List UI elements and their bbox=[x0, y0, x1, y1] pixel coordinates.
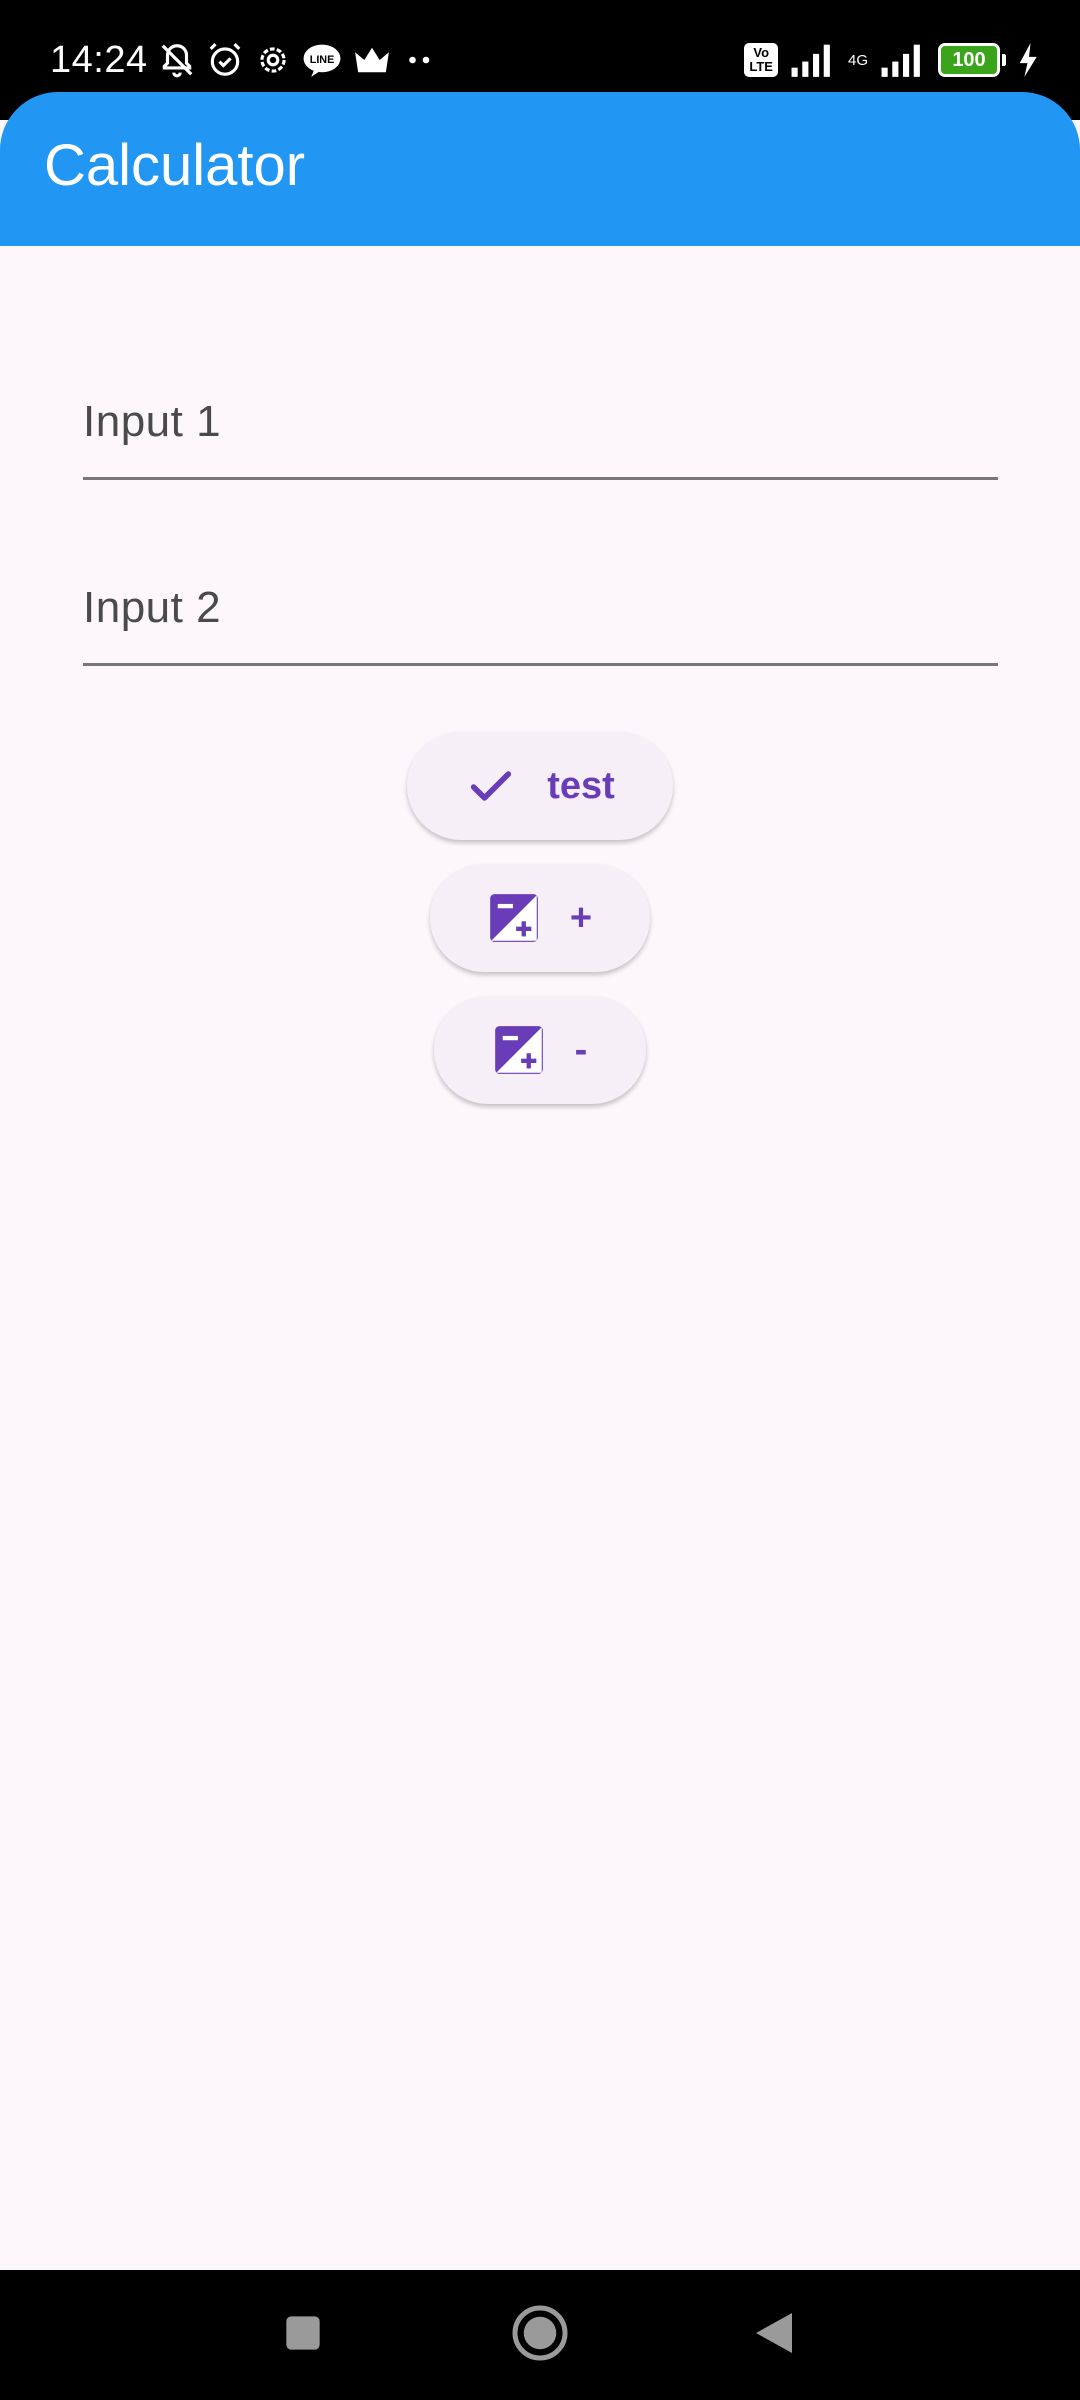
signal-strength-icon bbox=[790, 43, 836, 77]
settings-gear-icon bbox=[254, 41, 292, 79]
svg-text:LINE: LINE bbox=[309, 54, 334, 66]
subtract-button-label: - bbox=[574, 1028, 588, 1071]
check-icon bbox=[465, 760, 517, 812]
volte-badge: Vo LTE bbox=[744, 43, 778, 77]
charging-bolt-icon bbox=[1018, 43, 1040, 77]
line-app-icon: LINE bbox=[302, 41, 342, 79]
test-button-label: test bbox=[547, 764, 615, 807]
network-label: 4G bbox=[847, 51, 868, 69]
back-icon bbox=[752, 2309, 796, 2362]
test-button[interactable]: test bbox=[407, 732, 673, 840]
bell-off-icon bbox=[158, 41, 196, 79]
recents-button[interactable] bbox=[243, 2270, 363, 2400]
network-type: 4G bbox=[848, 52, 868, 69]
app-bar: Calculator bbox=[0, 92, 1080, 246]
back-button[interactable] bbox=[714, 2270, 834, 2400]
volte-line1: Vo bbox=[753, 45, 770, 60]
status-time: 14:24 bbox=[50, 38, 148, 81]
system-nav-bar bbox=[0, 2270, 1080, 2400]
home-button[interactable] bbox=[480, 2270, 600, 2400]
volte-line2: LTE bbox=[749, 59, 773, 74]
input-1[interactable] bbox=[83, 417, 1002, 469]
input-2[interactable] bbox=[83, 603, 1002, 655]
input-2-field[interactable]: Input 2 bbox=[83, 543, 1002, 666]
subtract-button[interactable]: - bbox=[434, 996, 646, 1104]
alarm-icon bbox=[206, 41, 244, 79]
signal-strength-2-icon bbox=[880, 43, 926, 77]
exposure-icon bbox=[488, 892, 540, 944]
add-button-label: + bbox=[569, 896, 593, 939]
battery-icon: 100 bbox=[938, 43, 1006, 77]
more-notifications-icon bbox=[402, 50, 438, 70]
input-1-field[interactable]: Input 1 bbox=[83, 357, 1002, 480]
crown-app-icon bbox=[352, 43, 392, 77]
add-button[interactable]: + bbox=[430, 864, 650, 972]
home-icon bbox=[510, 2303, 570, 2368]
recents-icon bbox=[283, 2313, 323, 2358]
exposure-icon bbox=[493, 1024, 545, 1076]
app-title: Calculator bbox=[44, 133, 306, 198]
battery-level: 100 bbox=[952, 48, 986, 71]
